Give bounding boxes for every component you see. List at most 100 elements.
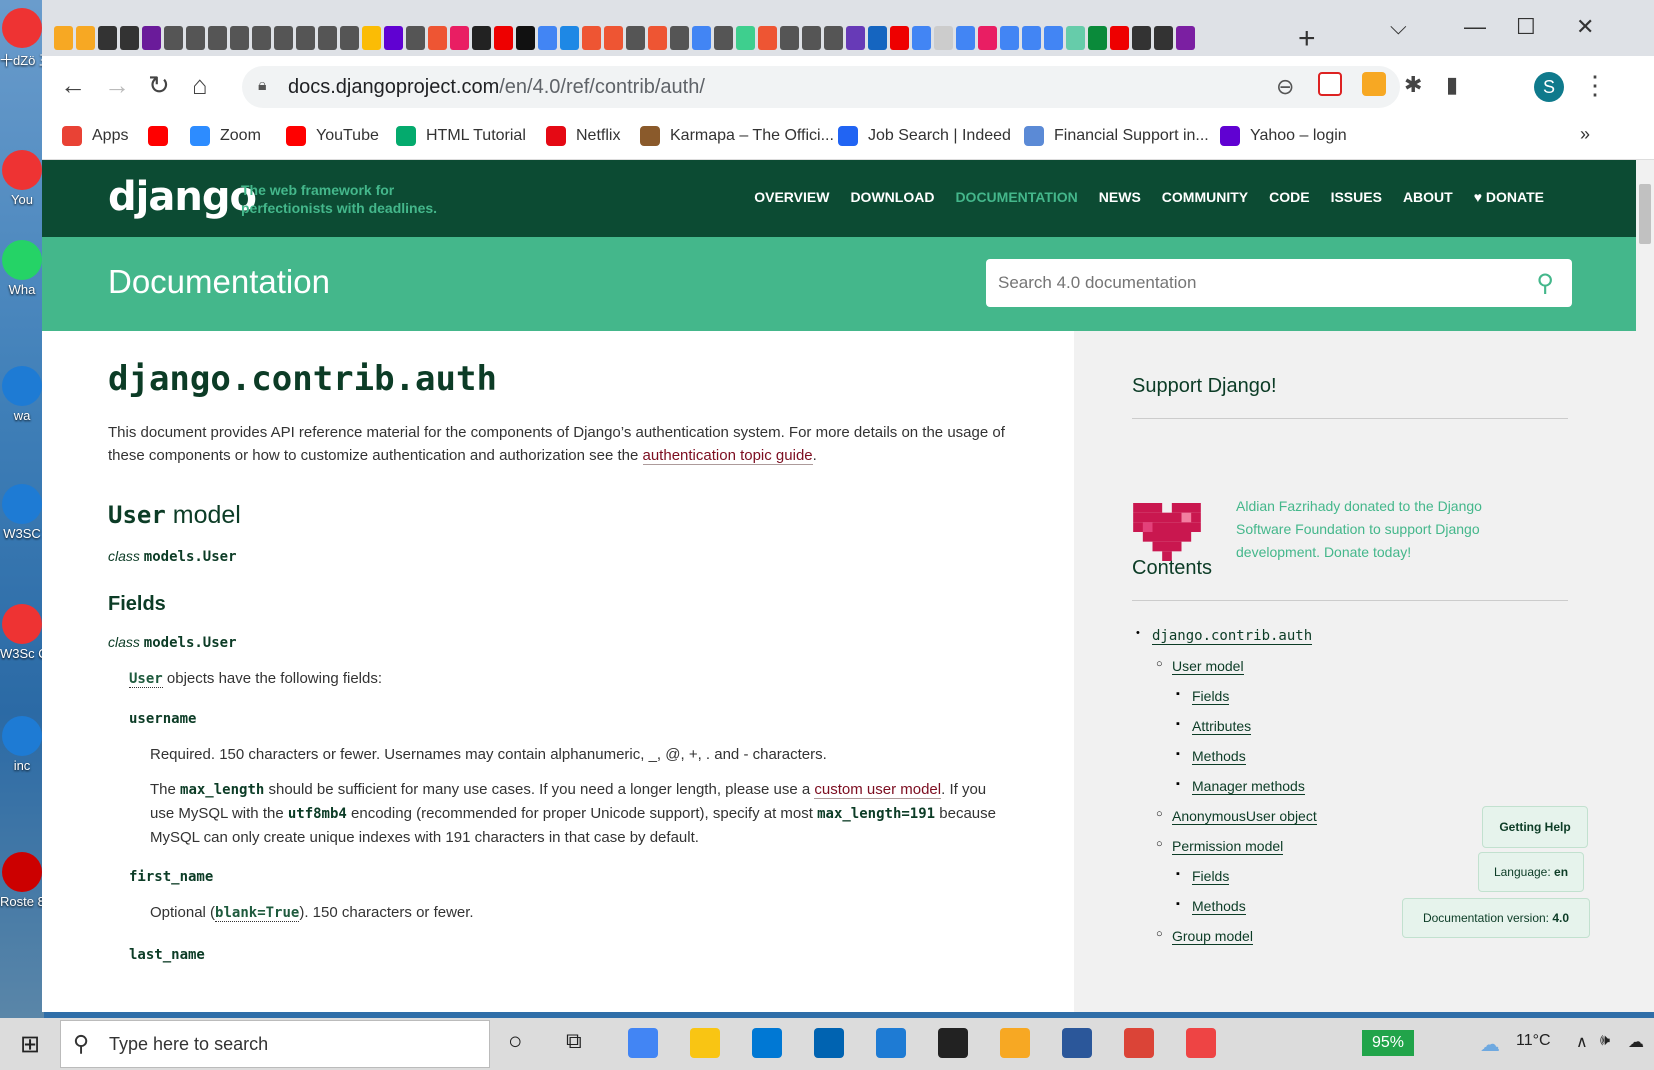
search-icon[interactable]: ⚲ — [1536, 269, 1554, 298]
task-view-icon[interactable]: ⧉ — [566, 1028, 582, 1054]
browser-tab[interactable] — [1176, 26, 1195, 50]
forward-icon[interactable]: → — [104, 70, 130, 101]
maximize-button[interactable]: ☐ — [1516, 14, 1536, 40]
browser-tab[interactable] — [1132, 26, 1151, 50]
bookmark-item[interactable]: Netflix — [546, 126, 620, 146]
desktop-shortcut[interactable]: Wha — [0, 240, 44, 297]
browser-tab[interactable] — [1044, 26, 1063, 50]
desktop-shortcut[interactable]: wa — [0, 366, 44, 423]
nav-item[interactable]: COMMUNITY — [1162, 189, 1248, 205]
browser-tab[interactable] — [142, 26, 161, 50]
nav-item[interactable]: ABOUT — [1403, 189, 1453, 205]
user-class-link[interactable]: User — [129, 671, 163, 688]
address-bar[interactable]: 🔒︎ docs.djangoproject.com/en/4.0/ref/con… — [242, 66, 1400, 108]
browser-tab[interactable] — [1088, 26, 1107, 50]
toc-link[interactable]: Attributes — [1192, 718, 1252, 735]
browser-tab[interactable] — [450, 26, 469, 50]
bookmark-item[interactable]: Yahoo – login — [1220, 126, 1347, 146]
toc-link[interactable]: Fields — [1192, 868, 1230, 885]
desktop-shortcut[interactable]: Roste 8-14 — [0, 852, 44, 909]
browser-tab[interactable] — [120, 26, 139, 50]
new-tab-button[interactable]: + — [1298, 22, 1316, 56]
browser-tab[interactable] — [274, 26, 293, 50]
windows-start-icon[interactable]: ⊞ — [20, 1030, 40, 1059]
nav-item[interactable]: ISSUES — [1331, 189, 1382, 205]
sponsor-text[interactable]: Aldian Fazrihady donated to the Django S… — [1236, 495, 1536, 564]
browser-tab[interactable] — [648, 26, 667, 50]
taskbar-app-icon[interactable] — [690, 1028, 720, 1058]
toc-link[interactable]: Group model — [1172, 928, 1253, 945]
desktop-shortcut[interactable]: 十dZö 王晓玥 — [0, 8, 44, 69]
nav-item[interactable]: DOCUMENTATION — [955, 189, 1077, 205]
page-scrollbar[interactable] — [1636, 160, 1654, 1012]
bookmark-item[interactable]: HTML Tutorial — [396, 126, 526, 146]
nav-item[interactable]: DOWNLOAD — [850, 189, 934, 205]
browser-tab[interactable] — [186, 26, 205, 50]
browser-tab[interactable] — [164, 26, 183, 50]
browser-tab[interactable] — [362, 26, 381, 50]
bookmark-item[interactable]: Apps — [62, 126, 128, 146]
cortana-icon[interactable]: ○ — [508, 1028, 523, 1056]
browser-tab[interactable] — [406, 26, 425, 50]
browser-tab[interactable] — [604, 26, 623, 50]
browser-tab[interactable] — [340, 26, 359, 50]
browser-tab[interactable] — [890, 26, 909, 50]
toc-link[interactable]: AnonymousUser object — [1172, 808, 1317, 825]
browser-tab[interactable] — [98, 26, 117, 50]
toc-link[interactable]: Permission model — [1172, 838, 1284, 855]
browser-tab[interactable] — [1110, 26, 1129, 50]
taskbar-app-icon[interactable] — [1186, 1028, 1216, 1058]
browser-tab[interactable] — [54, 26, 73, 50]
version-selector[interactable]: Documentation version: 4.0 — [1402, 898, 1590, 938]
close-button[interactable]: ✕ — [1576, 14, 1594, 40]
browser-tab[interactable] — [1000, 26, 1019, 50]
taskbar-app-icon[interactable] — [1062, 1028, 1092, 1058]
taskbar-search-box[interactable]: ⚲ Type here to search — [60, 1020, 490, 1068]
pixel-heart-icon[interactable] — [1132, 503, 1202, 561]
language-selector[interactable]: Language: en — [1478, 852, 1584, 892]
tab-search-icon[interactable]: ⌵ — [1390, 14, 1407, 40]
cloud-icon[interactable]: ☁ — [1628, 1032, 1644, 1052]
browser-tab[interactable] — [494, 26, 513, 50]
browser-tab[interactable] — [956, 26, 975, 50]
back-icon[interactable]: ← — [60, 70, 86, 101]
desktop-shortcut[interactable]: W3SC — [0, 484, 44, 541]
toc-link[interactable]: Methods — [1192, 748, 1246, 765]
browser-tab[interactable] — [252, 26, 271, 50]
bookmarks-overflow-button[interactable]: » — [1580, 124, 1590, 145]
browser-tab[interactable] — [230, 26, 249, 50]
browser-tab[interactable] — [868, 26, 887, 50]
home-icon[interactable]: ⌂ — [192, 70, 208, 101]
bookmark-item[interactable]: Karmapa – The Offici... — [640, 126, 834, 146]
browser-tab[interactable] — [780, 26, 799, 50]
browser-tab[interactable] — [1154, 26, 1173, 50]
extension-g-icon[interactable] — [1362, 72, 1386, 96]
tray-chevron-icon[interactable]: ∧ — [1576, 1032, 1588, 1052]
browser-tab[interactable] — [736, 26, 755, 50]
battery-indicator[interactable]: 95% — [1362, 1030, 1414, 1056]
taskbar-app-icon[interactable] — [938, 1028, 968, 1058]
browser-tab[interactable] — [516, 26, 535, 50]
desktop-shortcut[interactable]: inc — [0, 716, 44, 773]
extension-shield-icon[interactable] — [1318, 72, 1342, 96]
zoom-icon[interactable]: ⊖ — [1276, 74, 1294, 100]
bookmark-item[interactable]: Financial Support in... — [1024, 126, 1209, 146]
bookmark-item[interactable]: YouTube — [286, 126, 379, 146]
menu-kebab-icon[interactable]: ⋮ — [1582, 70, 1608, 101]
browser-tab[interactable] — [1022, 26, 1041, 50]
bookmark-item[interactable]: Zoom — [190, 126, 261, 146]
toc-link[interactable]: Fields — [1192, 688, 1230, 705]
browser-tab[interactable] — [912, 26, 931, 50]
browser-tab[interactable] — [296, 26, 315, 50]
django-logo[interactable]: django — [108, 174, 257, 220]
toc-link[interactable]: User model — [1172, 658, 1244, 675]
browser-tab[interactable] — [1066, 26, 1085, 50]
browser-tab[interactable] — [560, 26, 579, 50]
taskbar-app-icon[interactable] — [1000, 1028, 1030, 1058]
browser-tab[interactable] — [208, 26, 227, 50]
browser-tab[interactable] — [934, 26, 953, 50]
volume-icon[interactable]: 🕪︎ — [1600, 1032, 1610, 1050]
browser-tab[interactable] — [384, 26, 403, 50]
taskbar-app-icon[interactable] — [1124, 1028, 1154, 1058]
browser-tab[interactable] — [758, 26, 777, 50]
